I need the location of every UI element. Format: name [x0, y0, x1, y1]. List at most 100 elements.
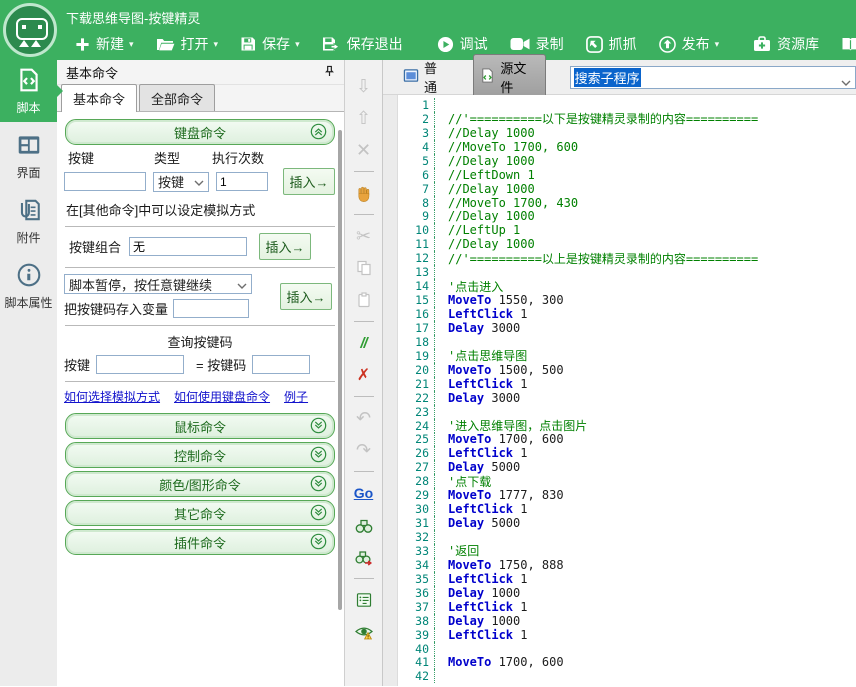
collapse-down-icon[interactable]	[310, 504, 327, 521]
view-normal-button[interactable]: 普通	[397, 55, 455, 99]
code-line[interactable]: 20MoveTo 1500, 500	[397, 363, 856, 377]
cut-icon[interactable]: ✂	[349, 225, 379, 247]
collapse-down-icon[interactable]	[310, 417, 327, 434]
move-down-icon[interactable]: ⇩	[349, 75, 379, 97]
insert-combo-button[interactable]: 插入→	[259, 233, 311, 260]
code-line[interactable]: 39LeftClick 1	[397, 628, 856, 642]
code-line[interactable]: 21LeftClick 1	[397, 377, 856, 391]
learning-button[interactable]: 学习中心	[830, 32, 856, 56]
code-line[interactable]: 42	[397, 669, 856, 683]
collapse-up-icon[interactable]	[310, 123, 327, 140]
code-line[interactable]: 16LeftClick 1	[397, 307, 856, 321]
code-line[interactable]: 33'返回	[397, 544, 856, 558]
code-line[interactable]: 19'点击思维导图	[397, 349, 856, 363]
find-icon[interactable]	[349, 514, 379, 536]
query-key-input[interactable]	[96, 355, 184, 374]
chevron-down-icon	[841, 74, 851, 89]
capture-button[interactable]: 抓抓	[575, 32, 648, 56]
code-line[interactable]: 24'进入思维导图，点击图片	[397, 419, 856, 433]
sidebar-item-attachment[interactable]: 附件	[0, 190, 57, 252]
code-line[interactable]: 17Delay 3000	[397, 321, 856, 335]
code-line[interactable]: 38Delay 1000	[397, 614, 856, 628]
delete-icon[interactable]: ✕	[349, 139, 379, 161]
code-line[interactable]: 15MoveTo 1550, 300	[397, 293, 856, 307]
code-line[interactable]: 14'点击进入	[397, 279, 856, 293]
code-editor[interactable]: 12//'==========以下是按键精灵录制的内容==========3//…	[383, 95, 856, 686]
resources-button[interactable]: 资源库	[742, 32, 830, 56]
paste-icon[interactable]	[349, 289, 379, 311]
goto-icon[interactable]: Go	[349, 482, 379, 504]
collapse-down-icon[interactable]	[310, 475, 327, 492]
code-line[interactable]: 6//LeftDown 1	[397, 168, 856, 182]
code-line[interactable]: 10//LeftUp 1	[397, 223, 856, 237]
section-keyboard-commands[interactable]: 键盘命令	[65, 119, 335, 145]
store-variable-input[interactable]	[173, 299, 249, 318]
type-select[interactable]: 按键	[153, 172, 209, 192]
help-link[interactable]: 如何使用键盘命令	[174, 388, 270, 405]
sidebar-item-properties[interactable]: 脚本属性	[0, 255, 57, 317]
pin-icon[interactable]	[324, 65, 335, 80]
panel-scrollbar[interactable]	[338, 130, 342, 610]
code-line[interactable]: 25MoveTo 1700, 600	[397, 433, 856, 447]
debug-button[interactable]: 调试	[426, 32, 499, 56]
comment-icon[interactable]: //	[349, 332, 379, 354]
count-input[interactable]	[216, 172, 268, 191]
code-line[interactable]: 37LeftClick 1	[397, 600, 856, 614]
code-line[interactable]: 30LeftClick 1	[397, 502, 856, 516]
view-source-button[interactable]: 源文件	[473, 54, 545, 100]
code-line[interactable]: 31Delay 5000	[397, 516, 856, 530]
section-控制命令[interactable]: 控制命令	[65, 442, 335, 468]
section-插件命令[interactable]: 插件命令	[65, 529, 335, 555]
code-line[interactable]: 22Delay 3000	[397, 391, 856, 405]
code-line[interactable]: 34MoveTo 1750, 888	[397, 558, 856, 572]
code-line[interactable]: 3//Delay 1000	[397, 126, 856, 140]
code-line[interactable]: 40	[397, 642, 856, 656]
code-line[interactable]: 9//Delay 1000	[397, 210, 856, 224]
code-line[interactable]: 28'点下载	[397, 474, 856, 488]
collapse-down-icon[interactable]	[310, 533, 327, 550]
find-next-icon[interactable]	[349, 546, 379, 568]
code-line[interactable]: 7//Delay 1000	[397, 182, 856, 196]
help-link[interactable]: 如何选择模拟方式	[64, 388, 160, 405]
publish-button[interactable]: 发布▾	[648, 32, 731, 56]
uncomment-icon[interactable]: ✗	[349, 364, 379, 386]
insert-key-button[interactable]: 插入→	[283, 168, 335, 195]
combo-input[interactable]	[129, 237, 247, 256]
copy-icon[interactable]	[349, 257, 379, 279]
subroutine-combobox[interactable]: 搜索子程序	[570, 66, 856, 89]
redo-icon[interactable]: ↷	[349, 439, 379, 461]
code-line[interactable]: 41MoveTo 1700, 600	[397, 656, 856, 670]
section-其它命令[interactable]: 其它命令	[65, 500, 335, 526]
code-line[interactable]: 4//MoveTo 1700, 600	[397, 140, 856, 154]
undo-icon[interactable]: ↶	[349, 407, 379, 429]
panel-tab-active[interactable]: 基本命令	[61, 84, 137, 112]
query-keycode-input[interactable]	[252, 355, 310, 374]
code-line[interactable]: 2//'==========以下是按键精灵录制的内容==========	[397, 112, 856, 126]
code-line[interactable]: 36Delay 1000	[397, 586, 856, 600]
hand-icon[interactable]	[349, 182, 379, 204]
code-line[interactable]: 26LeftClick 1	[397, 446, 856, 460]
code-line[interactable]: 12//'==========以上是按键精灵录制的内容==========	[397, 251, 856, 265]
code-line[interactable]: 29MoveTo 1777, 830	[397, 488, 856, 502]
syntax-check-icon[interactable]	[349, 621, 379, 643]
code-line[interactable]: 8//MoveTo 1700, 430	[397, 196, 856, 210]
save-button[interactable]: 保存▾	[229, 32, 311, 56]
record-button[interactable]: 录制	[499, 32, 575, 56]
code-line[interactable]: 35LeftClick 1	[397, 572, 856, 586]
pause-select[interactable]: 脚本暂停，按任意键继续	[64, 274, 252, 294]
help-link[interactable]: 例子	[284, 388, 308, 405]
section-颜色/图形命令[interactable]: 颜色/图形命令	[65, 471, 335, 497]
key-input[interactable]	[64, 172, 146, 191]
new-button[interactable]: 新建▾	[64, 32, 145, 56]
section-鼠标命令[interactable]: 鼠标命令	[65, 413, 335, 439]
script-form-icon[interactable]	[349, 589, 379, 611]
move-up-icon[interactable]: ⇧	[349, 107, 379, 129]
code-line[interactable]: 5//Delay 1000	[397, 154, 856, 168]
panel-tab-inactive[interactable]: 全部命令	[139, 84, 215, 111]
open-button[interactable]: 打开▾	[145, 32, 230, 56]
save-exit-button[interactable]: 保存退出	[311, 32, 414, 56]
insert-pause-button[interactable]: 插入→	[280, 283, 332, 310]
sidebar-item-script[interactable]: 脚本	[0, 60, 57, 122]
sidebar-item-interface[interactable]: 界面	[0, 125, 57, 187]
collapse-down-icon[interactable]	[310, 446, 327, 463]
